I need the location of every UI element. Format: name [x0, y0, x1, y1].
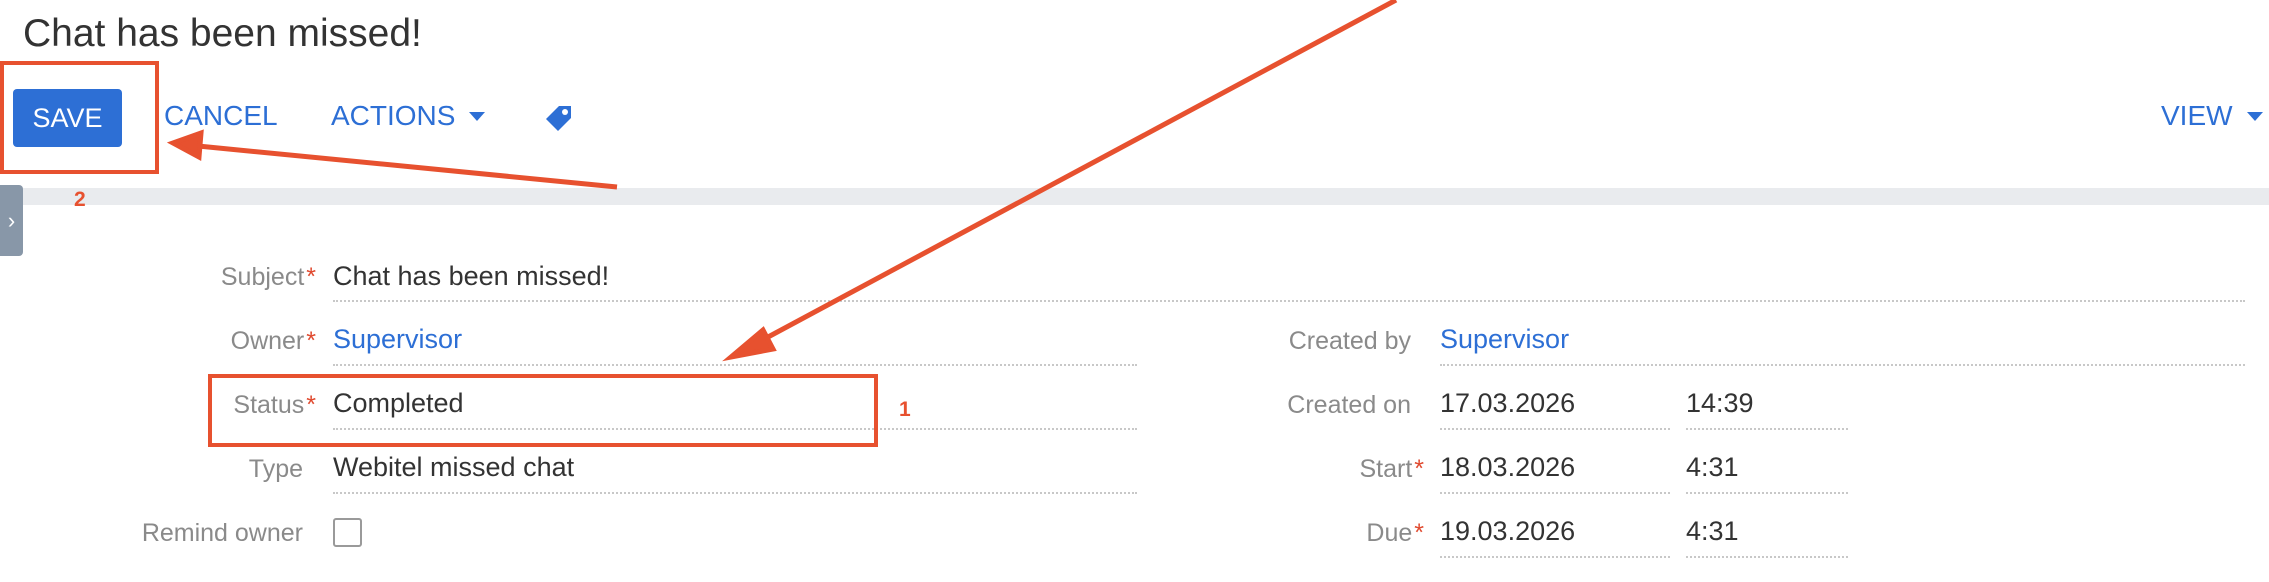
annotation-arrowhead-save — [166, 129, 204, 162]
annotation-arrows — [166, 0, 1398, 362]
annotation-arrow-to-status — [753, 0, 1398, 347]
annotation-arrowhead-status — [722, 326, 777, 362]
annotation-arrow-to-save — [197, 143, 618, 190]
